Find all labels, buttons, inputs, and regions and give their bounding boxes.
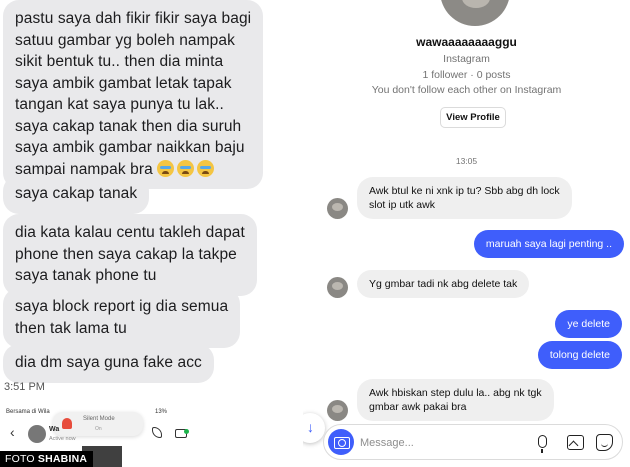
sms-timestamp: 3:51 PM xyxy=(4,381,45,393)
sms-line: phone then saya cakap la takpe xyxy=(15,245,237,263)
photo-credit: FOTO SHABINA xyxy=(0,451,94,467)
incoming-message: Yg gmbar tadi nk abg delete tak xyxy=(357,270,530,298)
message-line: maruah saya lagi penting .. xyxy=(485,238,612,250)
sms-line: saya cakap tanak then dia suruh xyxy=(15,117,242,135)
message-line: slot ip utk awk xyxy=(369,199,435,211)
scroll-down-button[interactable]: ↓ xyxy=(303,413,325,443)
message-line: tolong delete xyxy=(549,349,610,361)
sms-bubble-4: saya block report ig dia semua then tak … xyxy=(3,288,241,348)
sms-line: pastu saya dah fikir fikir saya bagi xyxy=(15,10,252,27)
message-line: ye delete xyxy=(567,318,610,330)
phone-call-icon[interactable] xyxy=(152,427,162,438)
gallery-icon[interactable] xyxy=(567,435,584,450)
message-composer xyxy=(323,424,623,460)
back-chevron-icon[interactable]: ‹ xyxy=(10,424,15,440)
sms-line: tangan kat saya punya tu lak.. xyxy=(15,96,224,113)
sms-bubble-1: pastu saya dah fikir fikir saya bagi sat… xyxy=(3,0,264,189)
avatar[interactable] xyxy=(327,277,348,298)
thread-timestamp: 13:05 xyxy=(455,156,478,166)
video-call-icon[interactable] xyxy=(175,429,189,438)
sms-line: saya ambik gambat letak tapak xyxy=(15,74,232,92)
sms-line: then tak lama tu xyxy=(15,319,127,337)
sms-bubble-3: dia kata kalau centu takleh dapat phone … xyxy=(3,214,257,296)
outgoing-message: maruah saya lagi penting .. xyxy=(473,230,624,258)
message-line: Yg gmbar tadi nk abg delete tak xyxy=(369,278,518,290)
sms-line: saya ambik gambar naikkan baju xyxy=(15,139,245,156)
battery-status: 13% xyxy=(155,409,168,415)
bell-muted-icon xyxy=(62,418,72,429)
sms-line: saya tanak phone tu xyxy=(15,267,157,284)
carrier-label: Bersama di Wila xyxy=(6,409,50,415)
outgoing-message: ye delete xyxy=(555,310,622,338)
message-line: gmbar awk pakai bra xyxy=(369,401,467,413)
sticker-icon[interactable] xyxy=(596,434,613,451)
loudly-crying-emoji-icon xyxy=(157,159,175,177)
view-profile-button[interactable]: View Profile xyxy=(440,107,506,128)
profile-avatar[interactable] xyxy=(440,0,510,26)
photo-credit-name: SHABINA xyxy=(37,453,88,465)
profile-follower-count: 1 follower · 0 posts xyxy=(422,69,511,81)
message-line: Awk btul ke ni xnk ip tu? Sbb abg dh loc… xyxy=(369,185,560,197)
loudly-crying-emoji-icon xyxy=(197,159,215,177)
silent-mode-title: Silent Mode xyxy=(83,416,115,422)
sms-line: saya block report ig dia semua xyxy=(15,298,229,315)
profile-platform: Instagram xyxy=(443,53,490,65)
silent-mode-state: On xyxy=(95,426,102,432)
avatar[interactable] xyxy=(327,198,348,219)
silent-mode-toast: Silent Mode On xyxy=(53,412,143,436)
instagram-dm-panel: wawaaaaaaaaggu Instagram 1 follower · 0 … xyxy=(303,0,630,467)
profile-username: wawaaaaaaaaggu xyxy=(416,35,517,49)
contact-name[interactable]: Wa xyxy=(49,426,59,433)
camera-icon[interactable] xyxy=(328,429,354,455)
message-line: Awk hbiskan step dulu la.. abg nk tgk xyxy=(369,387,542,399)
message-input[interactable] xyxy=(360,434,500,452)
incoming-message: Awk btul ke ni xnk ip tu? Sbb abg dh loc… xyxy=(357,177,572,219)
sms-line: dia kata kalau centu takleh dapat xyxy=(15,224,245,241)
profile-follow-note: You don't follow each other on Instagram xyxy=(371,84,562,96)
avatar[interactable] xyxy=(327,400,348,421)
sms-line: dia dm saya guna fake acc xyxy=(15,354,202,371)
microphone-icon[interactable] xyxy=(538,435,547,453)
arrow-down-icon: ↓ xyxy=(307,419,314,435)
avatar[interactable] xyxy=(28,425,46,443)
outgoing-message: tolong delete xyxy=(537,341,622,369)
sms-bubble-2: saya cakap tanak xyxy=(3,175,150,214)
active-status: Active now xyxy=(49,436,76,442)
loudly-crying-emoji-icon xyxy=(177,159,195,177)
sms-line: satuu gambar yg boleh nampak xyxy=(15,31,235,49)
photo-credit-prefix: FOTO xyxy=(5,453,35,465)
sms-bubble-5: dia dm saya guna fake acc xyxy=(3,344,214,383)
incoming-message: Awk hbiskan step dulu la.. abg nk tgk gm… xyxy=(357,379,554,421)
sms-line: saya cakap tanak xyxy=(15,185,138,202)
sms-line: sikit bentuk tu.. then dia minta xyxy=(15,53,224,70)
sms-conversation-panel: pastu saya dah fikir fikir saya bagi sat… xyxy=(0,0,300,467)
